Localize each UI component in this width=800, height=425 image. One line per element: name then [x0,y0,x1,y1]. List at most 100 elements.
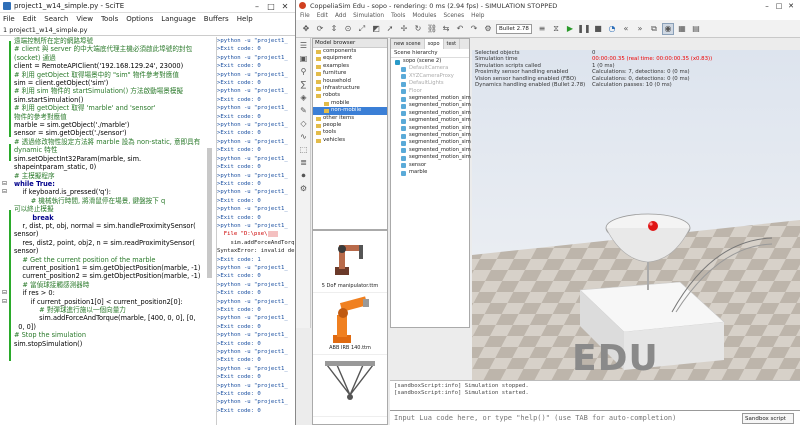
engine-icon[interactable]: ⚙ [482,23,494,35]
scene-object[interactable]: Floor [391,88,469,95]
scene-object[interactable]: marble [391,169,469,176]
dt-icon[interactable]: ⧖ [550,23,562,35]
transfer-dna-icon[interactable]: ⇆ [440,23,452,35]
menu-item-options[interactable]: Options [126,15,153,23]
scene-tab[interactable]: test [444,39,461,49]
scene-object[interactable]: segmented_motion_sim [391,125,471,132]
camera-shift-icon[interactable]: ⇕ [328,23,340,35]
camera-pan-icon[interactable]: ✥ [300,23,312,35]
fold-toggle-icon[interactable]: ⊟ [2,180,7,188]
threaded-render-icon[interactable]: ⧉ [648,23,660,35]
model-folder-mobile[interactable]: mobile [313,100,387,107]
scene-object[interactable]: segmented_motion_sim [391,139,471,146]
collections-icon[interactable]: ◈ [298,92,309,103]
layers-icon[interactable]: ≣ [298,157,309,168]
menu-item-view[interactable]: View [76,15,93,23]
camera-angle-icon[interactable]: ◩ [370,23,382,35]
click-select-icon[interactable]: ➚ [384,23,396,35]
fold-toggle-icon[interactable]: ⊟ [2,298,7,306]
menu-item-file[interactable]: File [3,15,15,23]
object-rotate-icon[interactable]: ↻ [412,23,424,35]
shapes-edit-icon[interactable]: ◇ [298,118,309,129]
user-settings-icon[interactable]: ⚙ [298,183,309,194]
scene-object[interactable]: sensor [391,162,469,169]
stop-icon[interactable]: ■ [592,23,604,35]
model-browser-icon[interactable]: ▣ [298,53,309,64]
paths-icon[interactable]: ∿ [298,131,309,142]
menu-item-buffers[interactable]: Buffers [204,15,229,23]
fold-toggle-icon[interactable]: ⊟ [2,289,7,297]
script-target-select[interactable]: Sandbox script [742,412,794,424]
physics-engine-select[interactable]: Bullet 2.78 [496,23,532,34]
minimize-icon[interactable]: – [761,2,773,10]
scene-viewport[interactable]: Selected objects 0 Simulation time 00:00:00… [472,50,800,410]
scene-tab[interactable]: new scene [391,39,425,49]
scene-object[interactable]: segmented_motion_sim [391,117,471,124]
model-folder-equipment[interactable]: equipment [313,55,387,62]
selection-icon[interactable]: ⬚ [298,144,309,155]
model-folder-household[interactable]: household [313,78,387,85]
menu-item-file[interactable]: File [300,13,310,19]
menu-item-help[interactable]: Help [237,15,253,23]
scene-selector-icon[interactable]: ▤ [690,23,702,35]
scene-object[interactable]: segmented_motion_sim [391,110,471,117]
model-folder-non-mobile[interactable]: non-mobile [313,107,387,115]
menu-item-scenes[interactable]: Scenes [443,13,464,19]
play-icon[interactable]: ▶ [564,23,576,35]
menu-item-search[interactable]: Search [44,15,68,23]
menu-item-language[interactable]: Language [161,15,196,23]
code-editor[interactable]: 遠端控制所在定的網路埠號 # client 與 server 的中大端底代理主機必… [0,37,214,425]
menu-item-modules[interactable]: Modules [412,13,436,19]
model-thumb-5dof[interactable]: 5 DoF manipulator.ttm [313,231,387,293]
minimize-icon[interactable]: – [250,2,264,11]
file-tab[interactable]: 1 project1_w14_simple.py [3,26,87,34]
menu-item-tools[interactable]: Tools [101,15,118,23]
model-folder-people[interactable]: people [313,122,387,129]
scene-object[interactable]: segmented_motion_sim [391,154,471,161]
page-selector-icon[interactable]: ▦ [676,23,688,35]
camera-rotate-icon[interactable]: ⟳ [314,23,326,35]
maximize-icon[interactable]: □ [773,2,785,10]
editor-scrollbar[interactable] [207,148,212,278]
object-shift-icon[interactable]: ✢ [398,23,410,35]
scene-object[interactable]: segmented_motion_sim [391,95,471,102]
scene-tab[interactable]: sopo [424,39,444,49]
maximize-icon[interactable]: □ [264,2,278,11]
fold-toggle-icon[interactable]: ⊟ [2,188,7,196]
assemble-icon[interactable]: ⛓ [426,23,438,35]
pause-icon[interactable]: ❚❚ [577,23,590,35]
menu-item-help[interactable]: Help [471,13,484,19]
real-time-icon[interactable]: ◔ [606,23,618,35]
camera-zoom-icon[interactable]: ⊙ [342,23,354,35]
calc-modules-icon[interactable]: ∑ [298,79,309,90]
output-pane[interactable]: >python -u "project1_ >Exit code: 0 >pytho… [216,37,295,425]
model-folder-components[interactable]: components [313,48,387,55]
model-folder-vehicles[interactable]: vehicles [313,137,387,144]
menu-item-simulation[interactable]: Simulation [353,13,384,19]
model-folder-other-items[interactable]: other items [313,115,387,122]
scene-object[interactable]: XYZCameraProxy [391,73,469,80]
menu-item-add[interactable]: Add [335,13,346,19]
model-folder-examples[interactable]: examples [313,63,387,70]
menu-item-edit[interactable]: Edit [317,13,328,19]
scene-object[interactable]: DefaultCamera [391,65,469,72]
close-icon[interactable]: ✕ [278,2,292,11]
model-folder-tools[interactable]: tools [313,129,387,136]
scene-object[interactable]: segmented_motion_sim [391,147,471,154]
model-thumb-abb[interactable]: ABB IRB 140.ttm [313,293,387,355]
visualization-toggle-icon[interactable]: ◉ [662,22,674,35]
redo-icon[interactable]: ↷ [468,23,480,35]
close-icon[interactable]: ✕ [785,2,797,10]
accuracy-icon[interactable]: ≡ [536,23,548,35]
video-recorder-icon[interactable]: ⏺ [298,170,309,181]
scene-object[interactable]: segmented_motion_sim [391,132,471,139]
scene-hierarchy-icon[interactable]: ☰ [298,40,309,51]
scene-object[interactable]: segmented_motion_sim [391,102,471,109]
faster-icon[interactable]: » [634,23,646,35]
lua-command-input[interactable] [390,412,742,424]
scene-object[interactable]: sopo (scene 2) [391,58,469,65]
model-folder-furniture[interactable]: furniture [313,70,387,77]
model-folder-robots[interactable]: robots [313,92,387,99]
fit-view-icon[interactable]: ⤢ [356,23,368,35]
model-thumb-delta[interactable] [313,355,387,417]
